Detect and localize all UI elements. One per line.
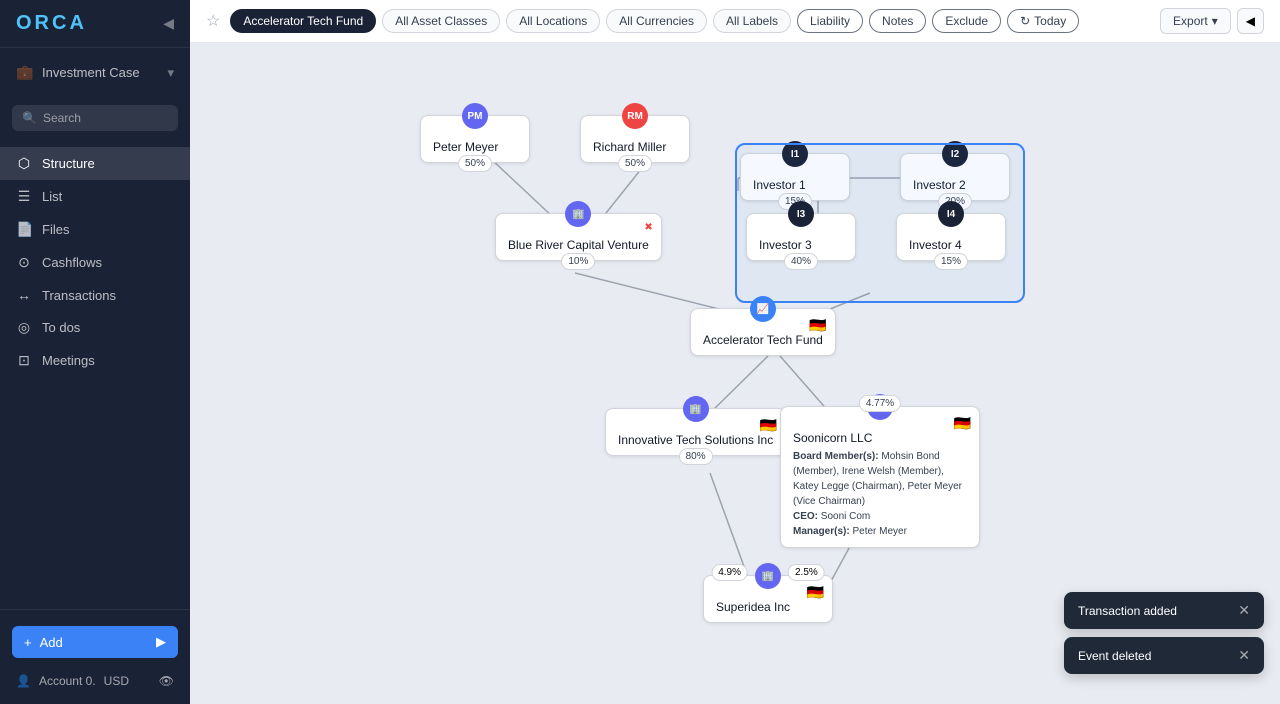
innovative-avatar: 🏢 [683,396,709,422]
asset-classes-filter-button[interactable]: All Asset Classes [382,9,500,33]
meetings-icon: ⊡ [16,352,32,369]
sidebar-item-meetings[interactable]: ⊡ Meetings [0,344,190,377]
investment-case-item[interactable]: 💼 Investment Case ▾ [0,56,190,89]
soonicorn-node[interactable]: 🏢 🇩🇪 Soonicorn LLC 4.77% Board Member(s)… [780,406,980,548]
sidebar-item-todos[interactable]: ◎ To dos [0,311,190,344]
files-icon: 📄 [16,221,32,238]
soonicorn-pct-badge: 4.77% [859,395,901,412]
locations-filter-button[interactable]: All Locations [506,9,600,33]
peter-meyer-node[interactable]: PM Peter Meyer 50% [420,115,530,163]
transactions-icon: ↔ [16,287,32,303]
toast-close-1[interactable]: ✕ [1238,602,1250,619]
today-button[interactable]: ↻ Today [1007,9,1079,33]
superidea-pct1: 4.9% [711,564,748,581]
structure-icon: ⬡ [16,155,32,172]
accelerator-node[interactable]: 📈 🇩🇪 Accelerator Tech Fund [690,308,836,356]
investment-case-section: 💼 Investment Case ▾ [0,48,190,97]
star-icon[interactable]: ☆ [206,11,220,31]
account-icon: 👤 [16,674,31,688]
richard-miller-node[interactable]: RM Richard Miller 50% [580,115,690,163]
collapse-panel-button[interactable]: ◀ [1237,8,1264,34]
superidea-pct2: 2.5% [788,564,825,581]
rm-avatar: RM [622,103,648,129]
visibility-icon[interactable]: 👁 [159,674,174,688]
notes-button[interactable]: Notes [869,9,926,33]
nav-section: ⬡ Structure ☰ List 📄 Files ⊙ Cashflows ↔… [0,139,190,385]
refresh-icon: ↻ [1020,14,1030,28]
flag-de: 🇩🇪 [809,317,826,334]
flag-de3: 🇩🇪 [954,415,971,432]
toast-transaction-added: Transaction added ✕ [1064,592,1264,629]
labels-filter-button[interactable]: All Labels [713,9,791,33]
sidebar-item-cashflows[interactable]: ⊙ Cashflows [0,246,190,279]
i3-avatar: I3 [788,201,814,227]
account-row: 👤 Account 0. USD 👁 [0,666,190,696]
briefcase-icon: 💼 [16,64,32,81]
flag-de2: 🇩🇪 [760,417,777,434]
atf-avatar: 📈 [750,296,776,322]
liability-button[interactable]: Liability [797,9,863,33]
blue-river-node[interactable]: 🏢 ✖ Blue River Capital Venture 10% [495,213,662,261]
investor4-node[interactable]: I4 Investor 4 15% [896,213,1006,261]
sidebar-item-files[interactable]: 📄 Files [0,213,190,246]
pm-avatar: PM [462,103,488,129]
innovative-node[interactable]: 🏢 🇩🇪 Innovative Tech Solutions Inc 80% [605,408,786,456]
exclude-button[interactable]: Exclude [932,9,1001,33]
search-box[interactable]: 🔍 Search [12,105,178,131]
search-icon: 🔍 [22,111,37,125]
list-icon: ☰ [16,188,32,205]
toast-container: Transaction added ✕ Event deleted ✕ [1064,592,1264,674]
currencies-filter-button[interactable]: All Currencies [606,9,707,33]
add-button[interactable]: + Add ▶ [12,626,178,658]
investor3-node[interactable]: I3 Investor 3 40% [746,213,856,261]
sidebar: ORCA ◀ 💼 Investment Case ▾ 🔍 Search ⬡ St… [0,0,190,704]
sidebar-item-transactions[interactable]: ↔ Transactions [0,279,190,311]
soonicorn-info: Board Member(s): Mohsin Bond (Member), I… [793,449,967,539]
toast-event-deleted: Event deleted ✕ [1064,637,1264,674]
chevron-down-icon: ▾ [1212,14,1218,28]
sidebar-collapse-icon[interactable]: ◀ [163,15,174,32]
superidea-avatar: 🏢 [755,563,781,589]
sidebar-logo: ORCA ◀ [0,0,190,48]
canvas: PM Peter Meyer 50% RM Richard Miller 50%… [190,43,1280,704]
sidebar-item-structure[interactable]: ⬡ Structure [0,147,190,180]
blue-river-avatar: 🏢 [565,201,591,227]
edit-icon: ✖ [644,222,652,233]
logo-text: ORCA [16,12,87,35]
export-button[interactable]: Export ▾ [1160,8,1231,34]
main-content: ☆ Accelerator Tech Fund All Asset Classe… [190,0,1280,704]
todos-icon: ◎ [16,319,32,336]
superidea-node[interactable]: 🏢 🇩🇪 Superidea Inc 4.9% 2.5% [703,575,833,623]
toolbar: ☆ Accelerator Tech Fund All Asset Classe… [190,0,1280,43]
flag-de4: 🇩🇪 [807,584,824,601]
sidebar-item-list[interactable]: ☰ List [0,180,190,213]
fund-filter-button[interactable]: Accelerator Tech Fund [230,9,376,33]
i4-avatar: I4 [938,201,964,227]
toast-close-2[interactable]: ✕ [1238,647,1250,664]
cashflows-icon: ⊙ [16,254,32,271]
sidebar-bottom: + Add ▶ 👤 Account 0. USD 👁 [0,609,190,704]
